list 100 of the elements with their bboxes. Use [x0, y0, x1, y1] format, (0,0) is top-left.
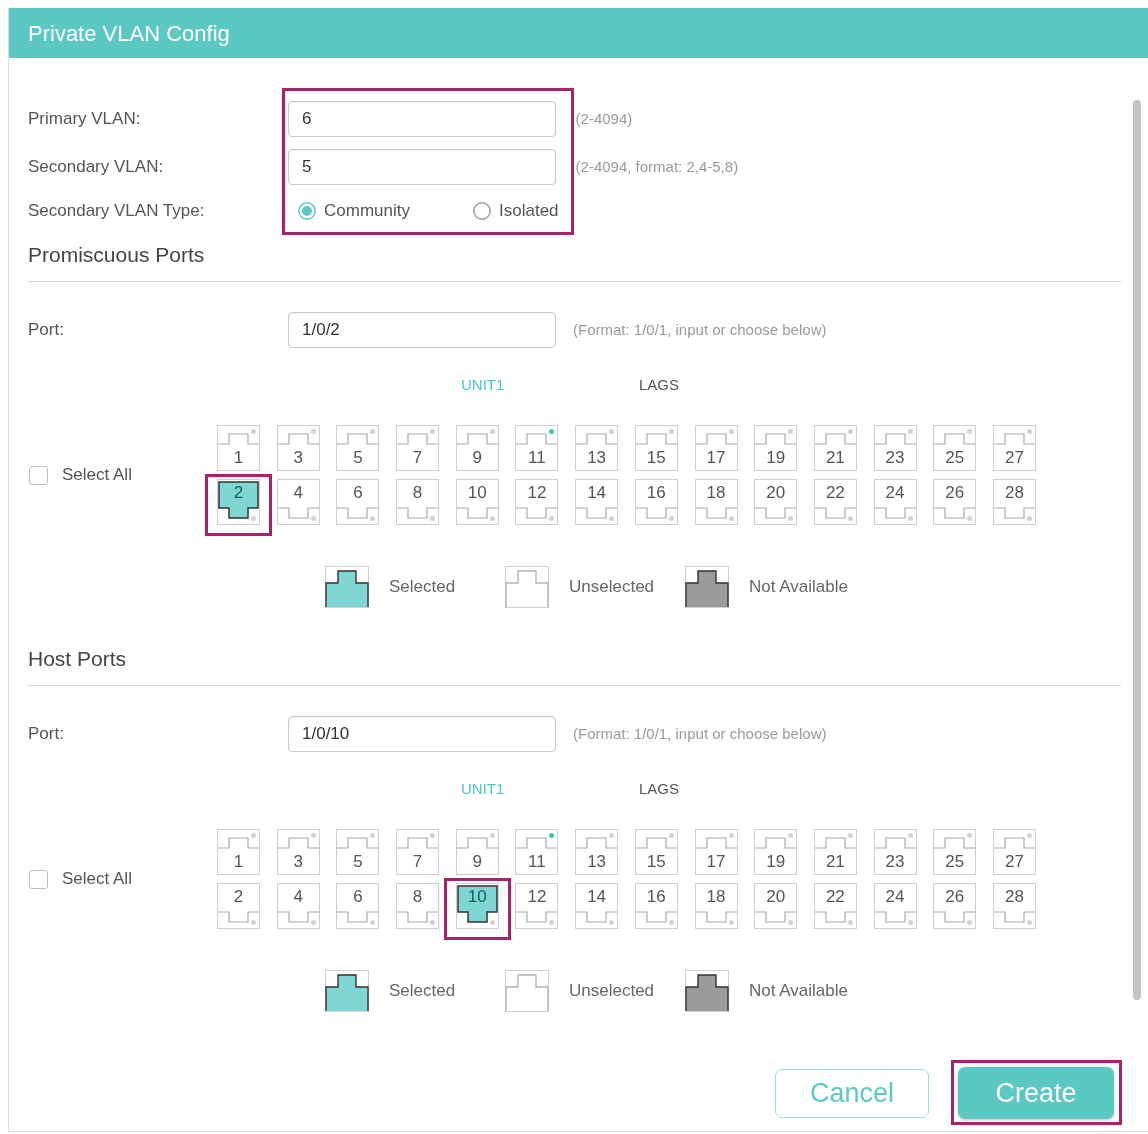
port-button[interactable]: 9 [455, 425, 499, 471]
port-button[interactable]: 9 [455, 829, 499, 875]
tab[interactable]: LAGS [639, 375, 680, 395]
port-icon [325, 566, 369, 608]
port-button[interactable]: 10 [455, 479, 499, 525]
port-button[interactable]: 8 [396, 883, 440, 929]
port-button[interactable]: 23 [873, 425, 917, 471]
socket-icon [277, 507, 319, 519]
port-button[interactable]: 1 [217, 829, 260, 875]
port-button[interactable]: 2 [217, 883, 260, 929]
port-button[interactable]: 23 [873, 829, 917, 875]
port-button[interactable]: 14 [575, 883, 619, 929]
field-label: Port: [28, 319, 65, 342]
socket-icon [456, 837, 498, 849]
socket-icon [397, 837, 439, 849]
port-button[interactable]: 21 [813, 425, 857, 471]
port-button[interactable]: 12 [515, 883, 559, 929]
socket-icon [695, 507, 737, 519]
legend-label: Not Available [749, 576, 848, 599]
port-button[interactable]: 18 [694, 883, 738, 929]
port-button[interactable]: 13 [575, 425, 619, 471]
port-button[interactable]: 1 [217, 425, 260, 471]
port-button[interactable]: 6 [336, 883, 380, 929]
select-all-checkbox[interactable]: Select All [29, 866, 132, 892]
port-button[interactable]: 27 [992, 425, 1036, 471]
socket-icon [755, 433, 797, 445]
socket-icon [934, 911, 976, 923]
socket-icon [814, 837, 856, 849]
port-button[interactable]: 11 [515, 425, 559, 471]
port-button[interactable]: 25 [933, 829, 977, 875]
field-label: Secondary VLAN: [28, 156, 164, 179]
port-button[interactable]: 25 [933, 425, 977, 471]
port-button[interactable]: 6 [336, 479, 380, 525]
port-button[interactable]: 3 [276, 425, 320, 471]
socket-icon [218, 837, 259, 849]
socket-icon [635, 433, 677, 445]
port-button[interactable]: 2 [217, 479, 260, 525]
radio-option[interactable]: Isolated [473, 198, 559, 224]
port-button[interactable]: 20 [754, 883, 798, 929]
port-button[interactable]: 17 [694, 425, 738, 471]
input-field[interactable]: 5 [288, 149, 556, 185]
port-button[interactable]: 22 [813, 479, 857, 525]
socket-icon [934, 507, 976, 519]
select-all-checkbox[interactable]: Select All [29, 462, 132, 488]
socket-icon [993, 837, 1035, 849]
port-icon [505, 566, 549, 608]
socket-icon [695, 433, 737, 445]
port-button[interactable]: 18 [694, 479, 738, 525]
port-button[interactable]: 24 [873, 479, 917, 525]
port-button[interactable]: 11 [515, 829, 559, 875]
port-button[interactable]: 17 [694, 829, 738, 875]
port-button[interactable]: 15 [634, 829, 678, 875]
port-button[interactable]: 16 [634, 883, 678, 929]
field-hint: (Format: 1/0/1, input or choose below) [573, 319, 827, 340]
radio-option[interactable]: Community [298, 198, 473, 224]
port-button[interactable]: 19 [754, 829, 798, 875]
scrollbar[interactable] [1133, 100, 1141, 1000]
section-heading: Promiscuous Ports [28, 243, 205, 266]
port-button[interactable]: 28 [992, 479, 1036, 525]
socket-icon [516, 837, 558, 849]
socket-icon [635, 911, 677, 923]
socket-icon [576, 911, 618, 923]
socket-icon [218, 433, 259, 445]
port-button[interactable]: 13 [575, 829, 619, 875]
port-button[interactable]: 27 [992, 829, 1036, 875]
port-button[interactable]: 5 [336, 829, 380, 875]
port-button[interactable]: 20 [754, 479, 798, 525]
socket-icon [456, 885, 498, 923]
port-button[interactable]: 28 [992, 883, 1036, 929]
port-button[interactable]: 10 [455, 883, 499, 929]
port-button[interactable]: 7 [396, 829, 440, 875]
port-button[interactable]: 21 [813, 829, 857, 875]
port-button[interactable]: 15 [634, 425, 678, 471]
input-field[interactable]: 6 [288, 101, 556, 137]
port-icon [325, 970, 369, 1012]
port-button[interactable]: 24 [873, 883, 917, 929]
port-button[interactable]: 26 [933, 479, 977, 525]
port-button[interactable]: 7 [396, 425, 440, 471]
tab[interactable]: LAGS [639, 779, 680, 799]
socket-icon [755, 837, 797, 849]
port-button[interactable]: 16 [634, 479, 678, 525]
socket-icon [456, 507, 498, 519]
input-field[interactable]: 1/0/2 [288, 312, 556, 348]
port-icon [505, 970, 549, 1012]
port-button[interactable]: 4 [276, 883, 320, 929]
socket-icon [755, 507, 797, 519]
port-button[interactable]: 5 [336, 425, 380, 471]
port-button[interactable]: 22 [813, 883, 857, 929]
port-button[interactable]: 26 [933, 883, 977, 929]
socket-icon [337, 433, 379, 445]
port-button[interactable]: 8 [396, 479, 440, 525]
socket-icon [576, 837, 618, 849]
port-button[interactable]: 4 [276, 479, 320, 525]
socket-icon [874, 507, 916, 519]
port-button[interactable]: 12 [515, 479, 559, 525]
legend-label: Unselected [569, 980, 655, 1003]
port-button[interactable]: 14 [575, 479, 619, 525]
input-field[interactable]: 1/0/10 [288, 716, 556, 752]
port-button[interactable]: 3 [276, 829, 320, 875]
port-button[interactable]: 19 [754, 425, 798, 471]
